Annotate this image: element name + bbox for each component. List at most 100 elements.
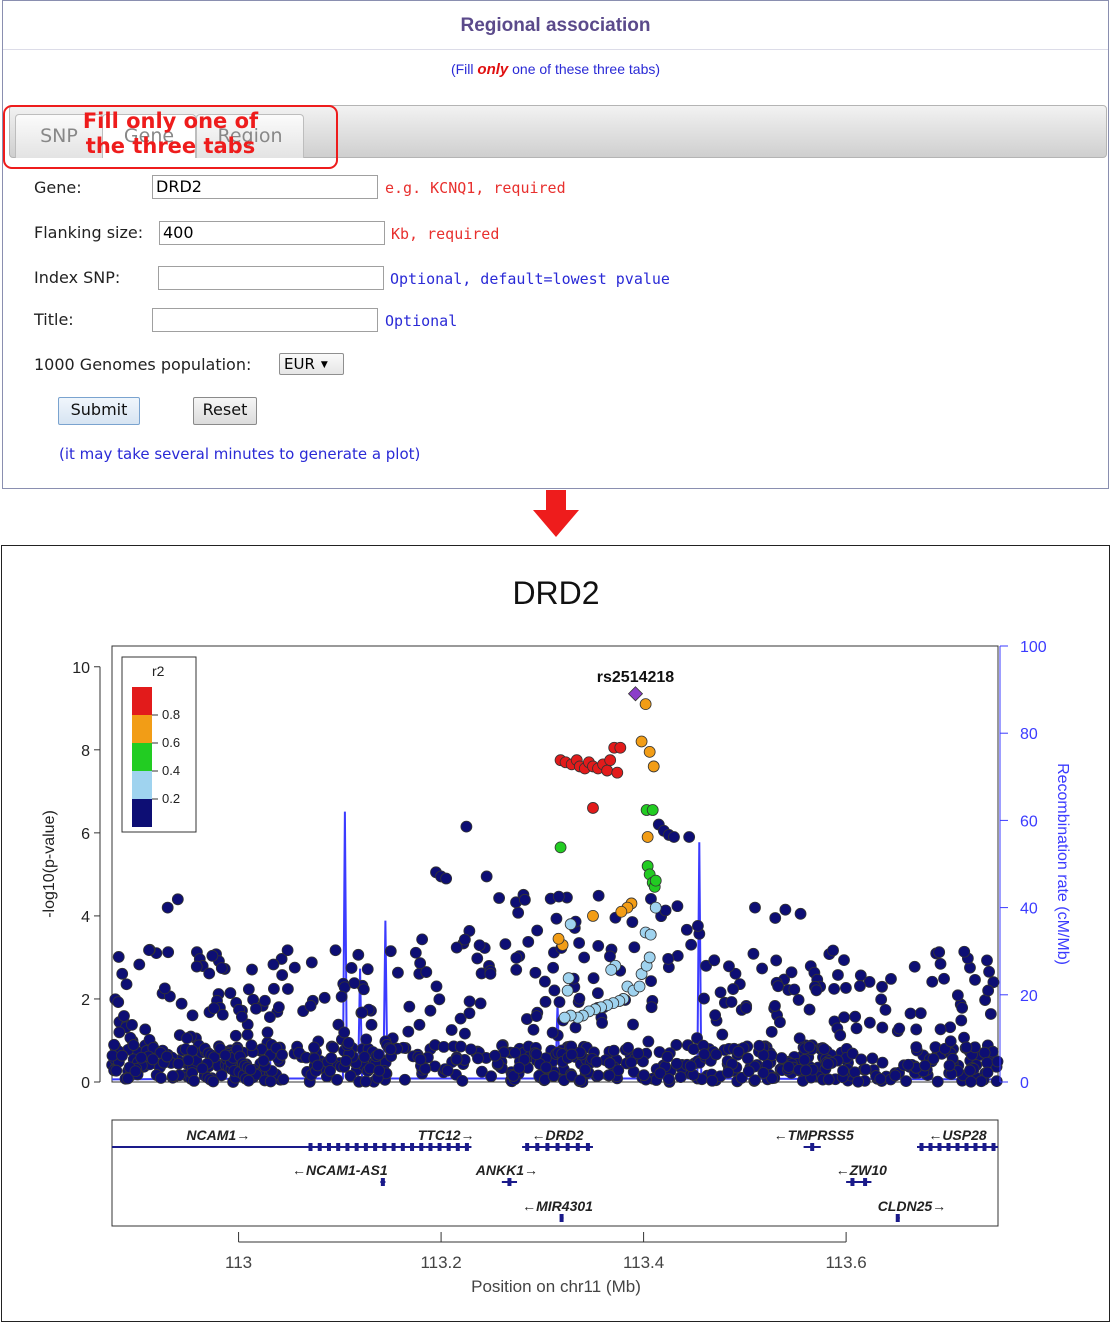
gene-exon [380, 1178, 385, 1186]
legend-swatch-green [132, 743, 152, 771]
snp-point-red [611, 766, 624, 779]
snp-point-orange [635, 735, 648, 748]
snp-point [133, 958, 146, 971]
snp-point [798, 1054, 811, 1066]
gene-exon [419, 1143, 424, 1151]
snp-point [934, 1023, 947, 1036]
snp-point [116, 967, 129, 980]
snp-point [546, 1026, 559, 1039]
snp-point [358, 1051, 371, 1063]
gene-input[interactable]: DRD2 [152, 175, 378, 199]
snp-point-red [587, 802, 599, 814]
snp-point [235, 1010, 248, 1023]
snp-point [757, 1067, 770, 1079]
ld-snps [552, 698, 662, 1024]
gene-exon [946, 1143, 951, 1151]
gene-label: ANKK1→ [475, 1162, 538, 1178]
snp-point [592, 1069, 605, 1082]
panel-title: Regional association [3, 1, 1108, 50]
regional-plot-panel: DRD2 rs2514218 0 2 4 6 8 10 0 20 40 60 80 100 113 1… [1, 545, 1110, 1322]
locuszoom-plot: DRD2 rs2514218 0246810 020406080100 113 1… [41, 575, 1071, 1296]
snp-point [325, 1052, 338, 1064]
snp-point [268, 982, 280, 995]
tabs-instruction: (Fill only one of these three tabs) [3, 61, 1108, 78]
snp-point-red [601, 764, 614, 777]
snp-point [392, 966, 404, 979]
snp-point [792, 994, 805, 1006]
gene-exon [354, 1143, 359, 1151]
snp-point-orange [647, 760, 660, 773]
snp-point [327, 1041, 340, 1054]
snp-point [587, 972, 600, 985]
snp-point [340, 1055, 352, 1067]
snp-point-green [554, 841, 567, 854]
snp-point [456, 1074, 469, 1087]
x-tick-label: 113.6 [825, 1253, 866, 1272]
snp-point [162, 946, 175, 959]
snp-point [963, 1064, 976, 1077]
snp-point [788, 983, 801, 996]
down-arrow-icon [533, 490, 579, 537]
plot-title: DRD2 [512, 575, 599, 611]
y-right-tick-label: 100 [1020, 639, 1047, 656]
snp-point [110, 1064, 123, 1077]
snp-point [592, 889, 605, 902]
snp-point [944, 1035, 957, 1048]
title-hint: Optional [385, 312, 458, 330]
index-snp-marker [627, 686, 644, 702]
gene-exon [464, 1143, 469, 1151]
population-select[interactable]: EUR ▼ [279, 353, 344, 375]
snp-point [245, 1039, 258, 1052]
snp-point [272, 1001, 285, 1014]
gene-label: TTC12→ [418, 1127, 475, 1143]
snp-point [365, 1018, 378, 1031]
snp-point [118, 1010, 130, 1022]
snp-point-orange [639, 698, 652, 711]
snp-point-orange [615, 905, 628, 918]
tab-gene[interactable]: Gene [102, 114, 196, 158]
legend-label: 0.2 [162, 791, 180, 806]
snp-point [450, 941, 463, 954]
snp-point [345, 962, 358, 974]
y-right-tick-label: 40 [1020, 901, 1038, 918]
snp-point [530, 1010, 543, 1023]
index-snp-label: rs2514218 [597, 669, 675, 686]
note-emphasis: only [477, 61, 509, 78]
snp-point [821, 1058, 834, 1070]
snp-point [331, 1073, 343, 1086]
tab-region[interactable]: Region [196, 114, 304, 158]
index-snp-input[interactable] [158, 266, 384, 290]
snp-point [281, 944, 294, 957]
snp-point [529, 966, 542, 979]
snp-point [158, 982, 171, 995]
gene-exon [982, 1143, 987, 1151]
snp-point [242, 1074, 255, 1087]
snp-point [902, 1058, 915, 1071]
reset-button[interactable]: Reset [193, 397, 257, 425]
snp-point [357, 983, 370, 996]
snp-point [876, 1021, 889, 1034]
snp-point [698, 1048, 711, 1061]
snp-point [409, 946, 422, 959]
gene-hint: e.g. KCNQ1, required [385, 179, 566, 197]
snp-point [727, 983, 740, 995]
snp-point [460, 820, 473, 833]
snp-point [135, 1051, 148, 1064]
snp-point [772, 980, 785, 993]
submit-button[interactable]: Submit [58, 397, 140, 425]
snp-point [866, 1052, 879, 1065]
snp-point [499, 938, 512, 951]
tab-snp[interactable]: SNP [15, 114, 103, 158]
snp-point [146, 1053, 159, 1066]
title-input[interactable] [152, 308, 378, 332]
snp-point [770, 954, 783, 967]
snp-point [765, 1025, 778, 1038]
snp-point [956, 1001, 969, 1014]
snp-point [259, 994, 271, 1007]
flanking-size-input[interactable]: 400 [159, 221, 385, 245]
snp-point-orange [552, 932, 565, 945]
snp-point [416, 933, 429, 946]
snp-point-lightblue [633, 980, 646, 993]
snp-point [277, 1073, 290, 1086]
snp-point [206, 949, 219, 962]
